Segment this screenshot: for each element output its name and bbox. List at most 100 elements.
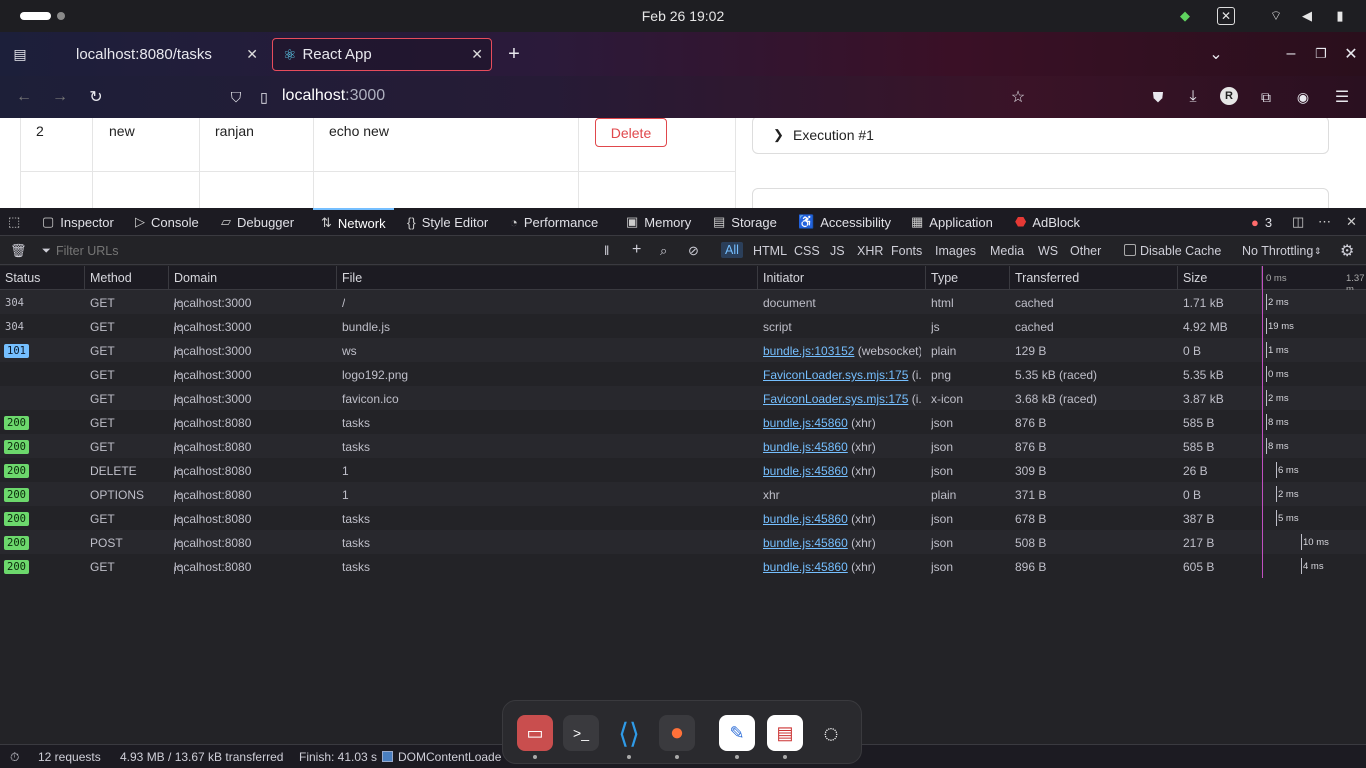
pocket-icon[interactable]: ⛊	[1148, 87, 1168, 107]
restore-icon[interactable]: ❐	[1311, 44, 1331, 64]
app-menu-icon[interactable]: ☰	[1332, 87, 1352, 107]
trash-icon[interactable]: 🗑	[10, 243, 27, 259]
column-file[interactable]: File	[342, 271, 362, 285]
filter-fonts[interactable]: Fonts	[891, 244, 922, 258]
new-tab-icon[interactable]: +	[504, 43, 524, 65]
text-editor-icon[interactable]: ✎	[719, 715, 755, 751]
execution-accordion-next[interactable]	[752, 188, 1329, 208]
column-domain[interactable]: Domain	[174, 271, 217, 285]
tab-performance[interactable]: ◔ Performance	[510, 208, 598, 236]
vscode-icon[interactable]: ⟨⟩	[611, 715, 647, 751]
back-icon[interactable]: ←	[14, 87, 34, 107]
close-box-icon[interactable]: ✕	[1217, 7, 1235, 25]
request-row[interactable]: 200 GET localhost:8080 tasks json 876 B 585 B b…	[0, 410, 1366, 434]
firefox-icon[interactable]: ●	[659, 715, 695, 751]
request-initiator[interactable]: bundle.js:45860 (xhr)	[763, 536, 921, 550]
column-divider[interactable]	[925, 266, 926, 290]
settings-gear-icon[interactable]: ⚙	[1340, 241, 1354, 261]
column-status[interactable]: Status	[5, 271, 40, 285]
error-count-badge[interactable]: ● 3	[1251, 208, 1272, 236]
disable-cache-checkbox[interactable]	[1124, 244, 1136, 256]
system-clock[interactable]: Feb 26 19:02	[0, 8, 1366, 24]
column-divider[interactable]	[336, 266, 337, 290]
initiator-link[interactable]: FaviconLoader.sys.mjs:175	[763, 392, 908, 406]
element-picker-icon[interactable]: ⬚	[8, 208, 20, 236]
close-devtools-icon[interactable]: ✕	[1346, 208, 1357, 236]
request-initiator[interactable]: FaviconLoader.sys.mjs:175 (i...	[763, 368, 921, 382]
close-tab-icon[interactable]: ✕	[246, 46, 258, 63]
extension-icon[interactable]: ◉	[1293, 87, 1313, 107]
request-row[interactable]: GET localhost:3000 logo192.png png 5.35 kB (…	[0, 362, 1366, 386]
document-viewer-icon[interactable]: ▤	[767, 715, 803, 751]
request-initiator[interactable]: FaviconLoader.sys.mjs:175 (i...	[763, 392, 921, 406]
filter-css[interactable]: CSS	[794, 244, 820, 258]
ubuntu-icon[interactable]: ◌	[813, 715, 849, 751]
minimize-icon[interactable]: –	[1281, 44, 1301, 64]
tab-react-app[interactable]: ⚛ React App ✕	[272, 38, 492, 71]
request-row[interactable]: 200 OPTIONS localhost:8080 1 plain 371 B 0 B xh…	[0, 482, 1366, 506]
terminal-icon[interactable]: >_	[563, 715, 599, 751]
url-bar[interactable]: localhost:3000	[282, 87, 385, 105]
initiator-link[interactable]: bundle.js:45860	[763, 440, 848, 454]
request-row[interactable]: 304 GET localhost:3000 bundle.js js cached 4.9…	[0, 314, 1366, 338]
account-avatar-icon[interactable]: R	[1220, 87, 1238, 105]
devtools-menu-icon[interactable]: ⋯	[1318, 208, 1331, 236]
initiator-link[interactable]: bundle.js:45860	[763, 560, 848, 574]
column-divider[interactable]	[1009, 266, 1010, 290]
tab-inspector[interactable]: ▢ Inspector	[42, 208, 114, 236]
initiator-link[interactable]: bundle.js:45860	[763, 416, 848, 430]
tab-adblock[interactable]: ⬣ AdBlock	[1015, 208, 1080, 236]
tab-memory[interactable]: ▣ Memory	[626, 208, 691, 236]
tab-accessibility[interactable]: ♿ Accessibility	[798, 208, 891, 236]
initiator-link[interactable]: bundle.js:45860	[763, 464, 848, 478]
search-icon[interactable]: ⌕	[660, 243, 667, 259]
filter-html[interactable]: HTML	[753, 244, 787, 258]
initiator-link[interactable]: bundle.js:103152	[763, 344, 854, 358]
request-row[interactable]: 200 POST localhost:8080 tasks json 508 B 217 B…	[0, 530, 1366, 554]
request-initiator[interactable]: bundle.js:45860 (xhr)	[763, 464, 921, 478]
filter-ws[interactable]: WS	[1038, 244, 1058, 258]
request-row[interactable]: GET localhost:3000 favicon.ico x-icon 3.68 k…	[0, 386, 1366, 410]
extensions-icon[interactable]: ⧉	[1256, 87, 1276, 107]
pause-icon[interactable]: ‖	[604, 243, 609, 258]
add-icon[interactable]: +	[632, 241, 641, 259]
reload-icon[interactable]: ↻	[86, 87, 106, 107]
delete-button[interactable]: Delete	[595, 118, 667, 147]
filter-all[interactable]: All	[721, 242, 743, 258]
request-initiator[interactable]: bundle.js:45860 (xhr)	[763, 512, 921, 526]
request-row[interactable]: 200 DELETE localhost:8080 1 json 309 B 26 B bun…	[0, 458, 1366, 482]
initiator-link[interactable]: bundle.js:45860	[763, 536, 848, 550]
request-row[interactable]: 304 GET localhost:3000 / html cached 1.71 kB do…	[0, 290, 1366, 314]
request-initiator[interactable]: bundle.js:45860 (xhr)	[763, 416, 921, 430]
request-initiator[interactable]: bundle.js:45860 (xhr)	[763, 440, 921, 454]
column-divider[interactable]	[168, 266, 169, 290]
column-divider[interactable]	[1177, 266, 1178, 290]
bookmark-star-icon[interactable]: ☆	[1008, 87, 1028, 107]
request-row[interactable]: 200 GET localhost:8080 tasks json 896 B 605 B b…	[0, 554, 1366, 578]
close-window-icon[interactable]: ✕	[1341, 44, 1361, 64]
filter-js[interactable]: JS	[830, 244, 845, 258]
filter-other[interactable]: Other	[1070, 244, 1101, 258]
initiator-link[interactable]: bundle.js:45860	[763, 512, 848, 526]
close-tab-icon[interactable]: ✕	[471, 46, 483, 63]
request-row[interactable]: 101 GET localhost:3000 ws plain 129 B 0 B bundl…	[0, 338, 1366, 362]
filter-xhr[interactable]: XHR	[857, 244, 883, 258]
tab-console[interactable]: ▷ Console	[135, 208, 199, 236]
request-initiator[interactable]: bundle.js:45860 (xhr)	[763, 560, 921, 574]
column-method[interactable]: Method	[90, 271, 132, 285]
tab-style-editor[interactable]: {} Style Editor	[407, 208, 488, 236]
tab-tasks[interactable]: localhost:8080/tasks ✕	[66, 38, 266, 71]
stopwatch-icon[interactable]: ⏱	[10, 750, 19, 765]
block-icon[interactable]: ⊘	[688, 243, 699, 259]
tab-network[interactable]: ⇅ Network	[313, 208, 394, 236]
forward-icon[interactable]: →	[50, 87, 70, 107]
column-transferred[interactable]: Transferred	[1015, 271, 1079, 285]
throttling-select[interactable]: No Throttling	[1242, 244, 1313, 258]
shield-icon[interactable]: ◆	[1176, 7, 1194, 25]
column-size[interactable]: Size	[1183, 271, 1207, 285]
tracking-shield-icon[interactable]: ⛉	[226, 87, 246, 107]
wifi-icon[interactable]: ⌔	[1267, 7, 1285, 25]
tab-groups-icon[interactable]: ▤	[10, 44, 30, 64]
column-divider[interactable]	[757, 266, 758, 290]
request-row[interactable]: 200 GET localhost:8080 tasks json 678 B 387 B b…	[0, 506, 1366, 530]
